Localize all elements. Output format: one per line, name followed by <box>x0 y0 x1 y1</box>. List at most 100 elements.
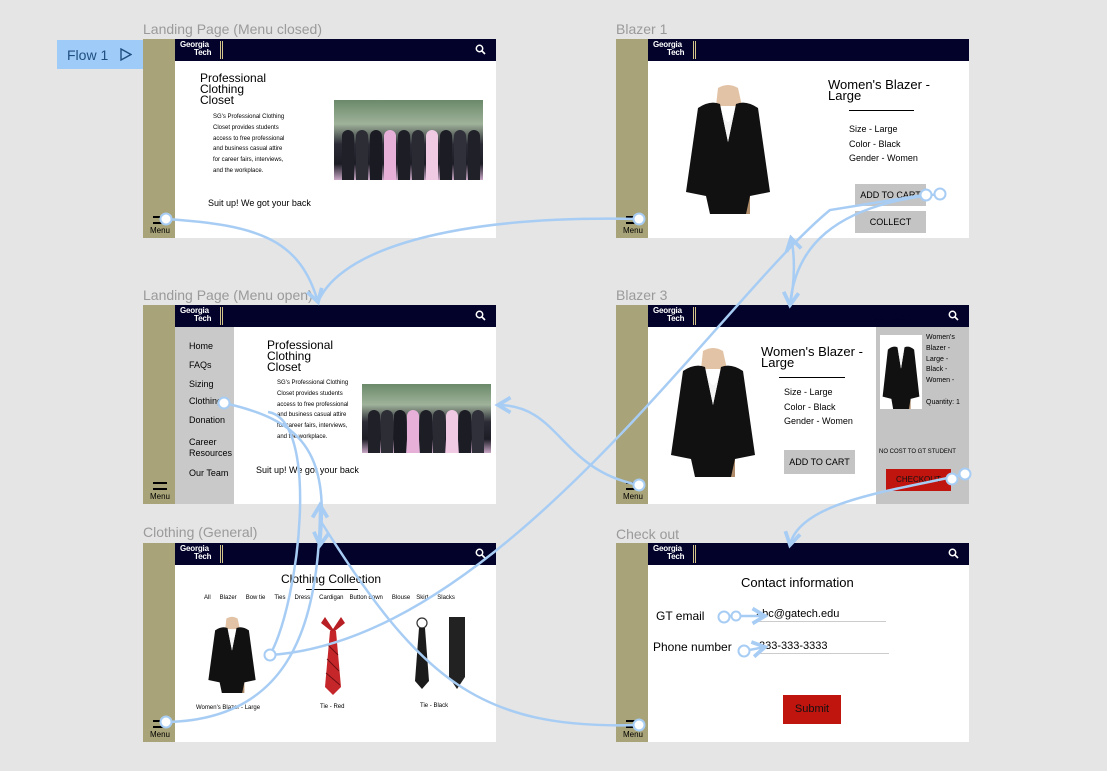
page-heading: Professional Clothing Closet <box>200 71 267 107</box>
flow-label: Flow 1 <box>67 46 109 63</box>
email-label: GT email <box>656 609 705 623</box>
blazer-product-image <box>686 85 770 214</box>
search-icon[interactable] <box>475 548 486 559</box>
checkout-button[interactable]: CHECKOUT <box>886 469 951 491</box>
nav-item-home[interactable]: Home <box>189 341 213 351</box>
frame-title-checkout: Check out <box>616 526 680 542</box>
sidebar <box>616 305 648 504</box>
search-icon[interactable] <box>948 548 959 559</box>
top-nav-bar: Georgia Tech <box>175 39 496 61</box>
item-blazer-image[interactable] <box>205 615 259 693</box>
collect-button[interactable]: COLLECT <box>855 211 926 233</box>
divider <box>306 589 358 590</box>
filter-blouse[interactable]: Blouse <box>392 595 410 601</box>
intro-description: SG's Professional Clothing Closet provide… <box>213 114 285 174</box>
item-red-tie-label[interactable]: Tie - Red <box>320 704 344 710</box>
filter-slacks[interactable]: Slacks <box>437 595 455 601</box>
nav-item-our-team[interactable]: Our Team <box>189 468 228 478</box>
logo-tower-icon <box>693 545 696 563</box>
filter-dress[interactable]: Dress <box>295 595 311 601</box>
nav-item-career-resources[interactable]: Career Resources <box>189 437 232 459</box>
frame-landing-closed: Georgia Tech Professional Clothing Closet S… <box>143 39 496 238</box>
nav-item-clothing[interactable]: Clothing <box>189 396 222 406</box>
menu-button[interactable]: Menu <box>621 720 645 739</box>
tagline: Suit up! We got your back <box>256 465 359 475</box>
hamburger-icon <box>153 482 167 490</box>
filter-bow-tie[interactable]: Bow tie <box>246 595 266 601</box>
sidebar <box>143 305 175 504</box>
nav-item-donation[interactable]: Donation <box>189 415 225 425</box>
email-field[interactable]: abc@gatech.edu <box>756 608 886 622</box>
filter-button-down[interactable]: Button down <box>350 595 383 601</box>
frame-title-landing-closed: Landing Page (Menu closed) <box>143 21 323 37</box>
flow-start-tag[interactable]: Flow 1 <box>57 40 143 69</box>
georgia-tech-logo[interactable]: Georgia Tech <box>180 545 211 561</box>
menu-button[interactable]: Menu <box>148 216 172 235</box>
divider <box>849 110 914 111</box>
menu-button[interactable]: Menu <box>621 482 645 501</box>
hamburger-icon <box>626 482 640 490</box>
top-nav-bar: Georgia Tech <box>648 305 969 327</box>
menu-button[interactable]: Menu <box>148 720 172 739</box>
logo-tower-icon <box>693 41 696 59</box>
frame-blazer3: Georgia Tech Your Cart Women's Blazer - La… <box>616 305 969 504</box>
product-title: Women's Blazer - Large <box>828 77 930 103</box>
search-icon[interactable] <box>948 310 959 321</box>
filter-ties[interactable]: Ties <box>274 595 285 601</box>
nav-item-sizing[interactable]: Sizing <box>189 379 214 389</box>
search-icon[interactable] <box>475 44 486 55</box>
sidebar <box>143 543 175 742</box>
logo-tower-icon <box>220 307 223 325</box>
menu-button[interactable]: Menu <box>621 216 645 235</box>
blazer-product-image <box>671 348 755 477</box>
search-icon[interactable] <box>475 310 486 321</box>
intro-description: SG's Professional Clothing Closet provide… <box>277 380 349 440</box>
top-nav-bar: Georgia Tech <box>648 39 969 61</box>
filter-skirt[interactable]: Skirt <box>416 595 428 601</box>
top-nav-bar: Georgia Tech <box>648 543 969 565</box>
filter-all[interactable]: All <box>204 595 211 601</box>
cart-heading: Your Cart <box>869 312 911 323</box>
item-blazer-label[interactable]: Women's Blazer - Large <box>196 705 260 711</box>
georgia-tech-logo[interactable]: Georgia Tech <box>653 41 684 57</box>
frame-landing-open: Georgia Tech Home FAQs Sizing Clothing Do… <box>143 305 496 504</box>
play-icon <box>120 48 133 61</box>
no-cost-note: NO COST TO GT STUDENT <box>879 449 956 455</box>
page-heading: Professional Clothing Closet <box>267 338 334 374</box>
filter-cardigan[interactable]: Cardigan <box>319 595 343 601</box>
frame-clothing: Georgia Tech Clothing Collection All Blaz… <box>143 543 496 742</box>
georgia-tech-logo[interactable]: Georgia Tech <box>653 545 684 561</box>
sidebar <box>616 39 648 238</box>
georgia-tech-logo[interactable]: Georgia Tech <box>180 307 211 323</box>
georgia-tech-logo[interactable]: Georgia Tech <box>653 307 684 323</box>
item-black-tie-label[interactable]: Tie - Black <box>420 703 448 709</box>
hamburger-icon <box>626 216 640 224</box>
add-to-cart-button[interactable]: ADD TO CART <box>855 184 926 206</box>
sidebar <box>143 39 175 238</box>
hamburger-icon <box>153 720 167 728</box>
connector-cart-back <box>784 234 803 306</box>
frame-title-clothing: Clothing (General) <box>143 524 258 540</box>
product-attributes: Size - Large Color - Black Gender - Women <box>849 124 918 164</box>
menu-button[interactable]: Menu <box>148 482 172 501</box>
hamburger-icon <box>153 216 167 224</box>
nav-item-faqs[interactable]: FAQs <box>189 360 212 370</box>
add-to-cart-button[interactable]: ADD TO CART <box>784 450 855 474</box>
frame-title-blazer1: Blazer 1 <box>616 21 668 37</box>
product-attributes: Size - Large Color - Black Gender - Women <box>784 387 853 427</box>
hamburger-icon <box>626 720 640 728</box>
collection-heading: Clothing Collection <box>281 572 382 586</box>
phone-field[interactable]: 333-333-3333 <box>759 640 889 654</box>
cart-quantity: Quantity: 1 <box>926 399 960 406</box>
group-photo <box>362 384 491 453</box>
frame-title-landing-open: Landing Page (Menu open) <box>143 287 313 303</box>
item-black-tie-image[interactable] <box>413 617 469 691</box>
filter-blazer[interactable]: Blazer <box>220 595 237 601</box>
product-title: Women's Blazer - Large <box>761 344 863 370</box>
category-filter-bar: All Blazer Bow tie Ties Dress Cardigan B… <box>204 595 455 601</box>
georgia-tech-logo[interactable]: Georgia Tech <box>180 41 211 57</box>
top-nav-bar: Georgia Tech <box>175 543 496 565</box>
item-red-tie-image[interactable] <box>319 615 347 695</box>
frame-checkout: Georgia Tech Contact information GT email… <box>616 543 969 742</box>
submit-button[interactable]: Submit <box>783 695 841 724</box>
